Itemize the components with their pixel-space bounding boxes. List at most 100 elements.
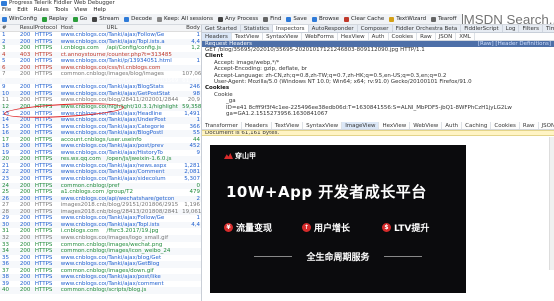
response-tabs-json[interactable]: JSON (539, 122, 554, 129)
toolbar-label: Keep: All sessions (164, 15, 214, 22)
toolbar-tearoff-button[interactable]: Tearoff (431, 15, 457, 24)
toolbar-label: Any Process (225, 15, 259, 22)
clear-cache-icon (343, 16, 349, 22)
request-headers-body: Client Accept: image/webp,*/* Accept-Encod… (202, 53, 554, 117)
ad-feature-2-label: 用户增长 (314, 224, 351, 234)
session-cell-number: 40 (2, 287, 9, 294)
response-tabs-imageview[interactable]: ImageView (342, 122, 380, 129)
menu-edit[interactable]: Edit (17, 7, 28, 14)
request-tabs-webforms[interactable]: WebForms (302, 33, 338, 40)
menu-bar: File Edit Rules Tools View Help (0, 7, 554, 14)
find-icon (263, 16, 269, 22)
ad-feature-2: ↑ 用户增长 (302, 221, 350, 234)
top-tabs-fiddlerscript[interactable]: FiddlerScript (461, 25, 503, 32)
top-tabs-filters[interactable]: Filters (519, 25, 543, 32)
toolbar-browse-button[interactable]: Browse (311, 15, 339, 24)
request-tabs-xml[interactable]: XML (456, 33, 475, 40)
response-tabs: Transformer Headers TextView SyntaxView Imag… (202, 122, 554, 130)
title-bar: Progress Telerik Fiddler Web Debugger (0, 0, 554, 7)
request-tabs-hexview[interactable]: HexView (338, 33, 369, 40)
replay-icon (41, 16, 47, 22)
toolbar-label: Decode (131, 15, 153, 22)
decode-icon (124, 16, 130, 22)
top-tabs-get-started[interactable]: Get Started (202, 25, 241, 32)
response-tabs-raw[interactable]: Raw (520, 122, 539, 129)
top-tabs-composer[interactable]: Composer (358, 25, 393, 32)
response-tabs-transformer[interactable]: Transformer (202, 122, 243, 129)
col-host[interactable]: Host (61, 25, 107, 31)
toolbar-decode-button[interactable]: Decode (124, 15, 152, 24)
toolbar-replay-button[interactable]: Replay (41, 15, 68, 24)
keep-icon (157, 16, 163, 22)
toolbar-label: Tearoff (438, 15, 457, 22)
window-title: Progress Telerik Fiddler Web Debugger (9, 0, 115, 6)
sessions-list[interactable]: # Result Protocol Host URL Body 1200HTTP… (0, 25, 202, 301)
crosshair-icon (218, 16, 224, 22)
ad-logo-text: 穿山甲 (235, 152, 256, 160)
sessions-header: # Result Protocol Host URL Body (0, 25, 201, 32)
ad-tagline: 全生命周期服务 (306, 253, 370, 263)
response-tabs-hexview[interactable]: HexView (379, 122, 411, 129)
menu-file[interactable]: File (2, 7, 11, 14)
toolbar-stream-button[interactable]: Stream (92, 15, 119, 24)
monetize-icon: ¥ (224, 223, 233, 232)
toolbar-find-button[interactable]: Find (263, 15, 281, 24)
top-tabs-autoresponder[interactable]: AutoResponder (309, 25, 358, 32)
session-cell-url: /scripts/blog.js (106, 287, 147, 294)
header-links[interactable]: [Raw] [Header Definitions] (478, 41, 551, 47)
toolbar-keep-button[interactable]: Keep: All sessions (157, 15, 213, 24)
menu-view[interactable]: View (74, 7, 87, 14)
request-tabs-headers[interactable]: Headers (202, 33, 232, 40)
response-tabs-syntaxview[interactable]: SyntaxView (303, 122, 343, 129)
request-tabs-raw[interactable]: Raw (417, 33, 436, 40)
top-tabs-statistics[interactable]: Statistics (241, 25, 274, 32)
toolbar-winconfig-button[interactable]: WinConfig (2, 15, 37, 24)
request-tabs-json[interactable]: JSON (436, 33, 457, 40)
textwizard-icon (389, 16, 395, 22)
toolbar-save-button[interactable]: Save (286, 15, 307, 24)
viewer-scrollbar[interactable] (549, 137, 554, 270)
tagline-right-rule (384, 256, 422, 257)
response-tabs-webview[interactable]: WebView (410, 122, 443, 129)
request-tabs-cookies[interactable]: Cookies (389, 33, 418, 40)
response-tabs-headers[interactable]: Headers (242, 122, 272, 129)
response-tabs-auth[interactable]: Auth (442, 122, 463, 129)
msdn-search-input[interactable] (461, 14, 554, 24)
top-tabs-log[interactable]: Log (503, 25, 520, 32)
user-growth-icon: ↑ (302, 223, 311, 232)
tearoff-icon (431, 16, 437, 22)
col-number[interactable]: # (0, 25, 20, 31)
toolbar-crosshair-button[interactable]: Any Process (218, 15, 258, 24)
ad-headline: 10W+App 开发者成长平台 (226, 183, 427, 201)
inspector-pane: Get Started Statistics Inspectors AutoRespo… (202, 25, 554, 301)
ad-image: 穿山甲 10W+App 开发者成长平台 ¥ 流量变现 ↑ 用户增长 $ LTV提升 全… (210, 145, 466, 293)
menu-rules[interactable]: Rules (34, 7, 49, 14)
request-tabs-syntaxview[interactable]: SyntaxView (263, 33, 303, 40)
menu-help[interactable]: Help (93, 7, 106, 14)
request-tabs-textview[interactable]: TextView (232, 33, 264, 40)
col-body[interactable]: Body (182, 25, 201, 31)
col-result[interactable]: Result (20, 25, 35, 31)
toolbar-go-button[interactable]: Go (72, 15, 87, 24)
main-tabs: Get Started Statistics Inspectors AutoRespo… (202, 25, 554, 33)
toolbar-clear-cache-button[interactable]: Clear Cache (343, 15, 384, 24)
winconfig-icon (2, 16, 7, 22)
ltv-icon: $ (382, 223, 391, 232)
top-tabs-inspectors[interactable]: Inspectors (273, 25, 309, 32)
toolbar-label: Find (270, 15, 282, 22)
response-tabs-caching[interactable]: Caching (462, 122, 492, 129)
save-icon (286, 16, 292, 22)
menu-tools[interactable]: Tools (55, 7, 69, 14)
session-row[interactable]: 40 200HTTPS common.cnblogs.com/scripts/blo… (0, 287, 201, 294)
response-tabs-cookies[interactable]: Cookies (491, 122, 520, 129)
toolbar-label: Replay (48, 15, 68, 22)
top-tabs-timeline[interactable]: Timeline (543, 25, 554, 32)
top-tabs-fiddler-orchestra-beta[interactable]: Fiddler Orchestra Beta (393, 25, 462, 32)
col-protocol[interactable]: Protocol (35, 25, 61, 31)
request-tabs-auth[interactable]: Auth (369, 33, 389, 40)
fiddler-app-icon (1, 1, 7, 6)
response-tabs-textview[interactable]: TextView (272, 122, 304, 129)
stream-icon (92, 16, 98, 22)
toolbar-textwizard-button[interactable]: TextWizard (389, 15, 426, 24)
col-url[interactable]: URL (106, 25, 182, 31)
